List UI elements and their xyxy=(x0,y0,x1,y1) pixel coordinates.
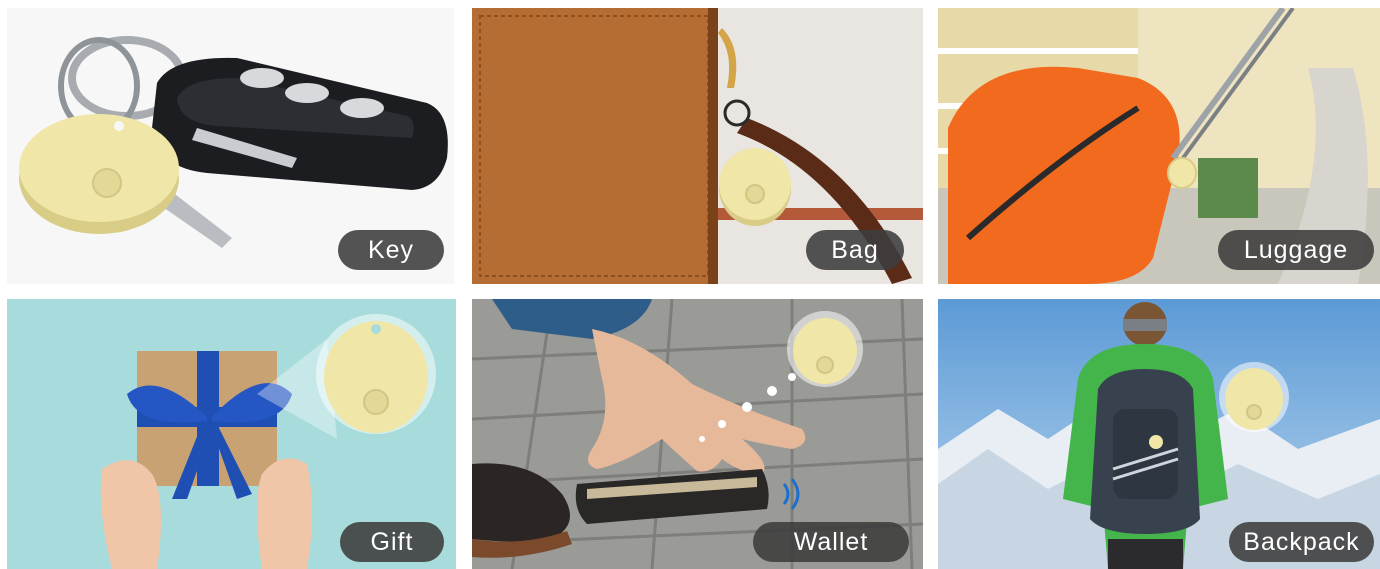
tile-backpack[interactable]: Backpack xyxy=(938,299,1380,569)
tile-label-wallet: Wallet xyxy=(753,522,909,562)
tile-label-backpack: Backpack xyxy=(1229,522,1374,562)
tile-wallet[interactable]: Wallet xyxy=(472,299,923,569)
tile-label-gift: Gift xyxy=(340,522,444,562)
tile-label-luggage: Luggage xyxy=(1218,230,1374,270)
tile-gift[interactable]: Gift xyxy=(7,299,456,569)
tile-label-bag: Bag xyxy=(806,230,904,270)
tile-luggage[interactable]: Luggage xyxy=(938,8,1380,284)
tile-label-key: Key xyxy=(338,230,444,270)
tile-key[interactable]: Key xyxy=(7,8,454,284)
tile-bag[interactable]: Bag xyxy=(472,8,923,284)
